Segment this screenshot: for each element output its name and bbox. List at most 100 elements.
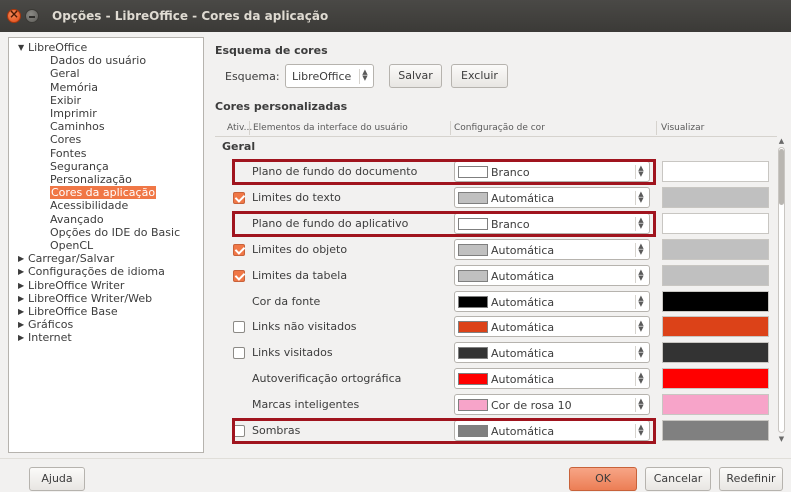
expanded-arrow-icon[interactable]: ▼ <box>18 41 24 54</box>
ok-button[interactable]: OK <box>569 467 637 491</box>
color-preview <box>662 161 769 182</box>
tree-item-label: Opções do IDE do Basic <box>50 225 181 239</box>
scroll-down-icon[interactable]: ▼ <box>777 435 786 443</box>
collapsed-arrow-icon[interactable]: ▶ <box>18 265 24 278</box>
close-icon[interactable] <box>7 7 21 23</box>
scroll-up-icon[interactable]: ▲ <box>777 137 786 145</box>
tree-item-label: Personalização <box>50 173 132 186</box>
color-swatch <box>458 244 488 256</box>
scheme-select[interactable]: LibreOffice ▲ ▼ <box>285 64 374 88</box>
tree-item[interactable]: ▶ LibreOffice Base <box>18 305 118 318</box>
color-picker-dropdown[interactable]: Automática ▲ ▼ <box>454 368 650 389</box>
spin-icon: ▲ ▼ <box>635 372 646 386</box>
tree-item-label: Geral <box>50 67 80 81</box>
tree-item[interactable]: Fontes <box>50 147 86 160</box>
row-element-name: Marcas inteligentes <box>252 398 360 411</box>
tree-item-label: Cores da aplicação <box>51 186 156 200</box>
color-picker-dropdown[interactable]: Automática ▲ ▼ <box>454 342 650 363</box>
color-swatch <box>458 399 488 411</box>
collapsed-arrow-icon[interactable]: ▶ <box>18 331 24 344</box>
tree-item[interactable]: ▼ LibreOffice <box>18 41 88 54</box>
collapsed-arrow-icon[interactable]: ▶ <box>18 292 24 305</box>
cancel-button[interactable]: Cancelar <box>645 467 711 491</box>
color-row: Cor da fonte Automática ▲ ▼ <box>215 289 777 315</box>
header-color[interactable]: Configuração de cor <box>454 123 545 133</box>
collapsed-arrow-icon[interactable]: ▶ <box>18 279 24 292</box>
tree-item[interactable]: ▶ Carregar/Salvar <box>18 252 114 265</box>
tree-item[interactable]: Cores <box>50 133 81 146</box>
highlight-box <box>232 418 656 444</box>
footer-divider <box>0 458 791 459</box>
color-picker-dropdown[interactable]: Automática ▲ ▼ <box>454 265 650 286</box>
tree-item[interactable]: ▶ LibreOffice Writer/Web <box>18 291 153 305</box>
tree-item-label: LibreOffice Writer <box>28 278 125 292</box>
color-preview <box>662 291 769 312</box>
tree-item-label: Exibir <box>50 93 82 107</box>
tree-item[interactable]: Memória <box>50 81 98 94</box>
highlight-box <box>232 159 656 185</box>
header-element[interactable]: Elementos da interface do usuário <box>253 123 408 133</box>
tree-item[interactable]: ▶ LibreOffice Writer <box>18 278 125 292</box>
row-element-name: Autoverificação ortográfica <box>252 372 402 385</box>
collapsed-arrow-icon[interactable]: ▶ <box>18 305 24 318</box>
row-element-name: Links não visitados <box>252 320 357 333</box>
minimize-icon[interactable] <box>25 9 39 23</box>
tree-item-label: Memória <box>50 80 99 94</box>
tree-item[interactable]: Cores da aplicação <box>50 186 157 200</box>
row-checkbox[interactable] <box>233 321 245 333</box>
help-button[interactable]: Ajuda <box>29 467 85 491</box>
tree-item[interactable]: Personalização <box>50 173 132 186</box>
tree-item[interactable]: Opções do IDE do Basic <box>50 226 180 239</box>
options-tree[interactable]: ▼ LibreOffice Dados do usuário Geral Memória… <box>8 37 204 453</box>
scroll-thumb[interactable] <box>779 149 784 205</box>
tree-item[interactable]: Acessibilidade <box>50 199 128 212</box>
save-scheme-button[interactable]: Salvar <box>389 64 442 88</box>
tree-item[interactable]: Dados do usuário <box>50 54 146 67</box>
spin-icon: ▲ ▼ <box>635 320 646 334</box>
tree-item[interactable]: Caminhos <box>50 120 105 133</box>
color-preview <box>662 342 769 363</box>
tree-item-label: LibreOffice <box>28 41 88 54</box>
tree-item-label: Dados do usuário <box>50 54 147 68</box>
color-row: Links visitados Automática ▲ ▼ <box>215 340 777 366</box>
tree-item[interactable]: ▶ Configurações de idioma <box>18 265 165 278</box>
tree-item-label: Gráficos <box>28 318 74 332</box>
tree-item-label: Imprimir <box>50 107 97 120</box>
color-row: Marcas inteligentes Cor de rosa 10 ▲ ▼ <box>215 392 777 418</box>
window-title: Opções - LibreOffice - Cores da aplicaçã… <box>52 9 329 23</box>
table-scrollbar[interactable]: ▲ ▼ <box>777 137 786 443</box>
tree-item[interactable]: Geral <box>50 67 80 80</box>
header-preview[interactable]: Visualizar <box>661 123 704 133</box>
scheme-section-title: Esquema de cores <box>215 44 328 57</box>
color-picker-dropdown[interactable]: Cor de rosa 10 ▲ ▼ <box>454 394 650 415</box>
color-swatch <box>458 321 488 333</box>
color-swatch <box>458 296 488 308</box>
collapsed-arrow-icon[interactable]: ▶ <box>18 252 24 265</box>
tree-item[interactable]: Avançado <box>50 213 104 226</box>
tree-item-label: LibreOffice Writer/Web <box>28 291 153 305</box>
spin-icon: ▲ ▼ <box>635 269 646 283</box>
row-element-name: Cor da fonte <box>252 295 321 308</box>
color-picker-dropdown[interactable]: Automática ▲ ▼ <box>454 239 650 260</box>
row-checkbox[interactable] <box>233 347 245 359</box>
collapsed-arrow-icon[interactable]: ▶ <box>18 318 24 331</box>
color-preview <box>662 368 769 389</box>
color-picker-dropdown[interactable]: Automática ▲ ▼ <box>454 316 650 337</box>
tree-item[interactable]: Segurança <box>50 160 109 173</box>
tree-item[interactable]: ▶ Internet <box>18 331 72 344</box>
color-picker-dropdown[interactable]: Automática ▲ ▼ <box>454 187 650 208</box>
tree-item[interactable]: Imprimir <box>50 107 97 120</box>
tree-item[interactable]: ▶ Gráficos <box>18 318 74 332</box>
title-bar: Opções - LibreOffice - Cores da aplicaçã… <box>0 0 791 32</box>
row-checkbox[interactable] <box>233 244 245 256</box>
row-element-name: Links visitados <box>252 346 333 359</box>
tree-item[interactable]: Exibir <box>50 94 81 107</box>
reset-button[interactable]: Redefinir <box>719 467 783 491</box>
table-header: Ativ... Elementos da interface do usuári… <box>215 119 777 137</box>
row-checkbox[interactable] <box>233 270 245 282</box>
row-checkbox[interactable] <box>233 192 245 204</box>
delete-scheme-button[interactable]: Excluir <box>451 64 508 88</box>
tree-item[interactable]: OpenCL <box>50 239 93 252</box>
color-picker-dropdown[interactable]: Automática ▲ ▼ <box>454 291 650 312</box>
row-element-name: Limites do objeto <box>252 243 348 256</box>
